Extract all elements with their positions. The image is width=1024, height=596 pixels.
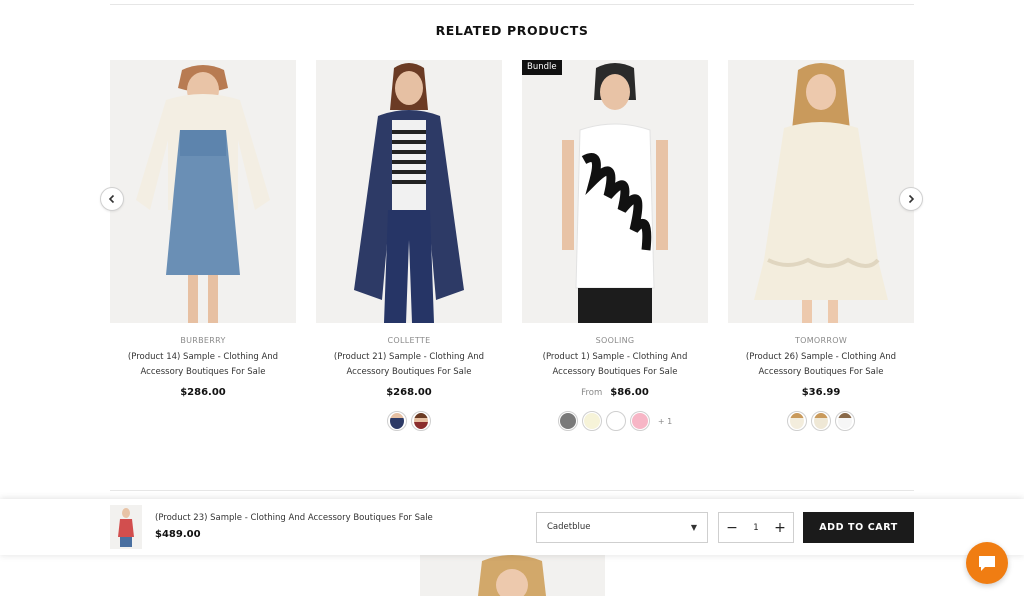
product-image[interactable]	[110, 60, 296, 323]
swatch-cream[interactable]	[581, 411, 602, 431]
chat-launcher-button[interactable]	[966, 542, 1008, 584]
product-name-line[interactable]: Accessory Boutiques For Sale	[510, 365, 720, 380]
product-name-line[interactable]: Accessory Boutiques For Sale	[304, 365, 514, 380]
increase-quantity-button[interactable]: +	[773, 520, 787, 536]
product-name[interactable]: (Product 21) Sample - Clothing And Acces…	[304, 350, 514, 380]
chevron-left-icon	[108, 194, 115, 204]
sticky-product-price: $489.00	[155, 529, 201, 540]
price-prefix: From	[581, 388, 603, 398]
swatch-white[interactable]	[605, 411, 626, 431]
swatch-pink[interactable]	[629, 411, 650, 431]
product-name[interactable]: (Product 14) Sample - Clothing And Acces…	[98, 350, 308, 380]
product-price: $36.99	[728, 387, 914, 398]
quantity-stepper: − 1 +	[718, 512, 794, 543]
product-vendor: SOOLING	[595, 336, 635, 345]
product-name-line[interactable]: (Product 21) Sample - Clothing And	[304, 350, 514, 365]
carousel-next-button[interactable]	[899, 187, 923, 211]
swatch-list: + 1	[522, 411, 708, 431]
product-vendor: COLLETTE	[387, 336, 431, 345]
decrease-quantity-button[interactable]: −	[725, 520, 739, 536]
product-price: $268.00	[316, 387, 502, 398]
product-name-line[interactable]: (Product 26) Sample - Clothing And	[716, 350, 926, 365]
product-name-line[interactable]: (Product 1) Sample - Clothing And	[510, 350, 720, 365]
add-to-cart-button[interactable]: ADD TO CART	[803, 512, 914, 543]
swatch-list	[728, 411, 914, 431]
section-title: RELATED PRODUCTS	[435, 23, 589, 38]
sticky-product-name: (Product 23) Sample - Clothing And Acces…	[155, 513, 433, 523]
product-image[interactable]	[316, 60, 502, 323]
product-card[interactable]: COLLETTE (Product 21) Sample - Clothing …	[316, 60, 502, 440]
product-image[interactable]	[728, 60, 914, 323]
chevron-right-icon	[908, 194, 915, 204]
caret-down-icon: ▼	[690, 523, 697, 532]
price-value: $268.00	[386, 387, 432, 398]
product-vendor: TOMORROW	[794, 336, 848, 345]
product-name-line[interactable]: (Product 14) Sample - Clothing And	[98, 350, 308, 365]
swatch-image[interactable]	[787, 411, 807, 431]
product-name[interactable]: (Product 1) Sample - Clothing And Access…	[510, 350, 720, 380]
bottom-divider	[110, 490, 914, 491]
sticky-product-thumbnail	[110, 505, 142, 549]
product-name-line[interactable]: Accessory Boutiques For Sale	[716, 365, 926, 380]
top-divider	[110, 4, 914, 5]
chat-bubble-icon	[979, 556, 995, 571]
partial-product-image	[420, 555, 605, 596]
swatch-image[interactable]	[411, 411, 431, 431]
bundle-badge: Bundle	[522, 60, 562, 75]
product-card[interactable]: Bundle SOOLING (Product 1) Sample - Clot…	[522, 60, 708, 440]
swatch-image[interactable]	[835, 411, 855, 431]
price-value: $36.99	[801, 387, 841, 398]
variant-select[interactable]: Cadetblue ▼	[536, 512, 708, 543]
swatch-image[interactable]	[387, 411, 407, 431]
product-card[interactable]: BURBERRY (Product 14) Sample - Clothing …	[110, 60, 296, 440]
product-vendor: BURBERRY	[180, 336, 226, 345]
product-name[interactable]: (Product 26) Sample - Clothing And Acces…	[716, 350, 926, 380]
carousel-prev-button[interactable]	[100, 187, 124, 211]
product-price: $286.00	[110, 387, 296, 398]
sticky-add-to-cart-bar: (Product 23) Sample - Clothing And Acces…	[0, 499, 1024, 555]
swatch-grey[interactable]	[557, 411, 578, 431]
product-image[interactable]: Bundle	[522, 60, 708, 323]
product-price: From $86.00	[522, 387, 708, 398]
price-value: $86.00	[610, 387, 649, 398]
more-swatches-count[interactable]: + 1	[658, 417, 672, 426]
product-name-line[interactable]: Accessory Boutiques For Sale	[98, 365, 308, 380]
product-card[interactable]: TOMORROW (Product 26) Sample - Clothing …	[728, 60, 914, 440]
variant-selected-value: Cadetblue	[547, 522, 591, 532]
price-value: $286.00	[180, 387, 226, 398]
swatch-image[interactable]	[811, 411, 831, 431]
product-carousel: BURBERRY (Product 14) Sample - Clothing …	[110, 60, 914, 440]
swatch-list	[316, 411, 502, 431]
quantity-input[interactable]: 1	[753, 523, 758, 533]
